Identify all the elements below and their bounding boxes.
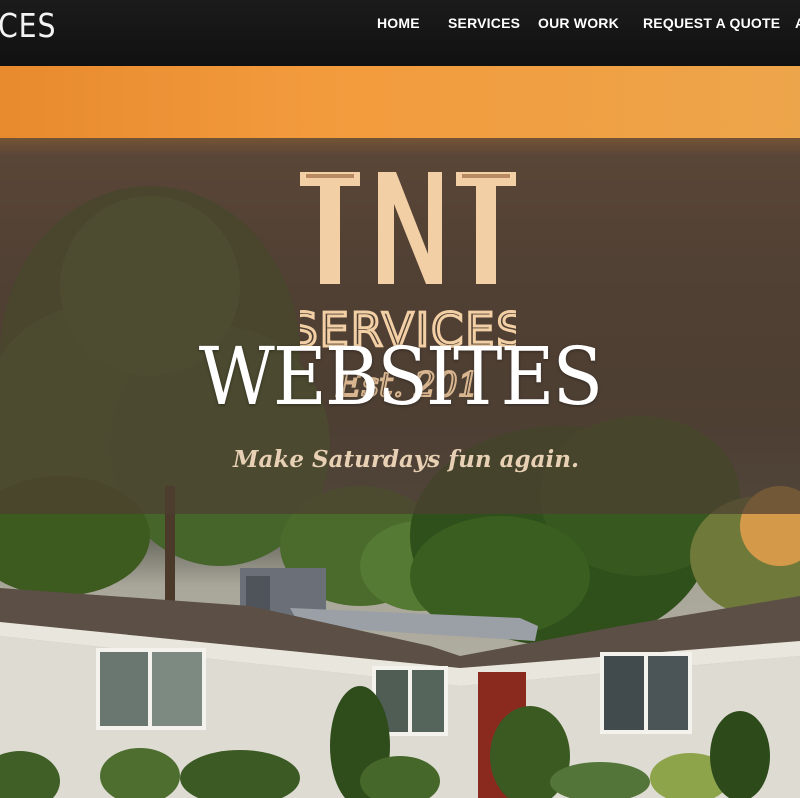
nav-about-link[interactable]: A <box>795 15 800 31</box>
logo-t2-line <box>462 174 510 178</box>
hero-tagline: Make Saturdays fun again. <box>233 446 579 473</box>
logo-t1-line <box>306 174 354 178</box>
nav-links: HOME SERVICES OUR WORK REQUEST A QUOTE A <box>0 0 800 48</box>
logo-letter-t1 <box>300 172 360 284</box>
page: CES HOME SERVICES OUR WORK REQUEST A QUO… <box>0 0 800 798</box>
nav-home-link[interactable]: HOME <box>377 15 420 31</box>
nav-services-link[interactable]: SERVICES <box>448 15 520 31</box>
logo-letter-n <box>378 172 442 284</box>
nav-our-work-link[interactable]: OUR WORK <box>538 15 619 31</box>
hero-section: SERVICES Est. 201 WEBSITES Make Saturday… <box>0 66 800 798</box>
top-navigation-bar: CES HOME SERVICES OUR WORK REQUEST A QUO… <box>0 0 800 66</box>
nav-request-quote-link[interactable]: REQUEST A QUOTE <box>643 15 780 31</box>
logo-letter-t2 <box>456 172 516 284</box>
hero-title: WEBSITES <box>198 330 603 424</box>
